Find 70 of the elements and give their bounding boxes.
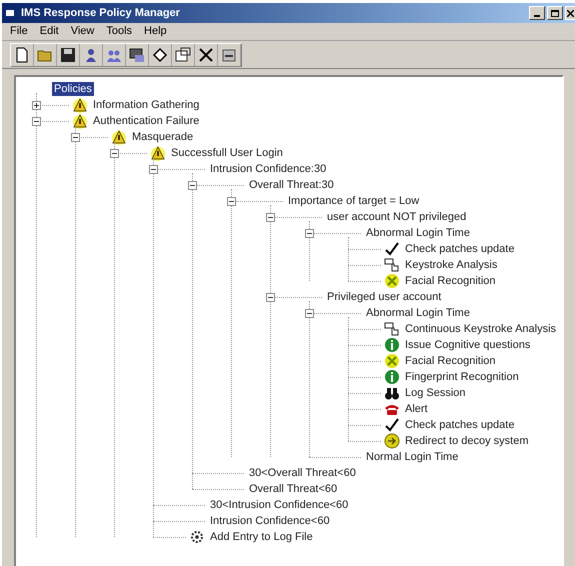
diamond-icon: [152, 46, 168, 62]
minimize-button[interactable]: [529, 6, 545, 20]
expand-toggle[interactable]: [32, 101, 41, 110]
face-scan-icon: [384, 273, 400, 289]
tree-item[interactable]: Facial Recognition: [403, 274, 498, 288]
menu-item[interactable]: Tools: [106, 23, 132, 40]
tree-item[interactable]: Information Gathering: [91, 98, 202, 112]
tree-item[interactable]: Policies: [52, 82, 94, 96]
tree-item[interactable]: Continuous Keystroke Analysis: [403, 322, 558, 336]
tree-item[interactable]: Facial Recognition: [403, 354, 498, 368]
tree-item[interactable]: 30<Overall Threat<60: [247, 466, 358, 480]
binoculars-icon: [384, 385, 400, 401]
warning-icon: [72, 97, 88, 113]
tree-item[interactable]: Abnormal Login Time: [364, 306, 472, 320]
tree-item[interactable]: Masquerade: [130, 130, 196, 144]
tree-item[interactable]: Add Entry to Log File: [208, 530, 315, 544]
tree-item[interactable]: Importance of target = Low: [286, 194, 422, 208]
collapse-toggle[interactable]: [266, 293, 275, 302]
tree-item[interactable]: Issue Cognitive questions: [403, 338, 532, 352]
face-scan-icon: [384, 353, 400, 369]
tree-item[interactable]: Successfull User Login: [169, 146, 285, 160]
collapse-toggle[interactable]: [32, 117, 41, 126]
tree-item[interactable]: Intrusion Confidence<60: [208, 514, 332, 528]
close-button[interactable]: [565, 6, 575, 20]
warning-icon: [72, 113, 88, 129]
info-icon: [384, 369, 400, 385]
tree-item[interactable]: user account NOT privileged: [325, 210, 468, 224]
new-document-icon: [14, 46, 30, 62]
menu-item[interactable]: View: [70, 23, 94, 40]
maximize-button[interactable]: [547, 6, 563, 20]
tree-item[interactable]: Check patches update: [403, 242, 516, 256]
check-icon: [384, 417, 400, 433]
person-icon: [83, 46, 99, 62]
tree-item[interactable]: Redirect to decoy system: [403, 434, 530, 448]
menu-item[interactable]: Help: [144, 23, 167, 40]
collapse-toggle[interactable]: [227, 197, 236, 206]
redirect-icon: [384, 433, 400, 449]
info-icon: [384, 337, 400, 353]
tree-item[interactable]: Overall Threat:30: [247, 178, 336, 192]
monitor-icon: [129, 46, 145, 62]
menu-item[interactable]: Edit: [40, 23, 59, 40]
exit-icon: [221, 46, 237, 62]
tree-item[interactable]: Abnormal Login Time: [364, 226, 472, 240]
collapse-toggle[interactable]: [149, 165, 158, 174]
tree-item[interactable]: Log Session: [403, 386, 468, 400]
collapse-toggle[interactable]: [266, 213, 275, 222]
window-icon: [175, 46, 191, 62]
warning-icon: [111, 129, 127, 145]
collapse-toggle[interactable]: [188, 181, 197, 190]
tree-item[interactable]: Alert: [403, 402, 430, 416]
delete-icon: [198, 46, 214, 62]
tree-item[interactable]: Keystroke Analysis: [403, 258, 500, 272]
app-icon: [6, 8, 16, 18]
tree-item[interactable]: Check patches update: [403, 418, 516, 432]
tree-item[interactable]: Fingerprint Recognition: [403, 370, 521, 384]
collapse-toggle[interactable]: [110, 149, 119, 158]
tree-item[interactable]: 30<Intrusion Confidence<60: [208, 498, 350, 512]
tree-item[interactable]: Normal Login Time: [364, 450, 460, 464]
tree-item[interactable]: Authentication Failure: [91, 114, 202, 128]
collapse-toggle[interactable]: [305, 229, 314, 238]
menu-item[interactable]: File: [10, 23, 28, 40]
warning-icon: [150, 145, 166, 161]
collapse-toggle[interactable]: [305, 309, 314, 318]
window-title: IMS Response Policy Manager: [21, 6, 180, 21]
tree-item[interactable]: Intrusion Confidence:30: [208, 162, 328, 176]
tree-item[interactable]: Overall Threat<60: [247, 482, 340, 496]
collapse-toggle[interactable]: [71, 133, 80, 142]
tree-item[interactable]: Privileged user account: [325, 290, 444, 304]
save-icon: [60, 46, 76, 62]
check-icon: [384, 241, 400, 257]
